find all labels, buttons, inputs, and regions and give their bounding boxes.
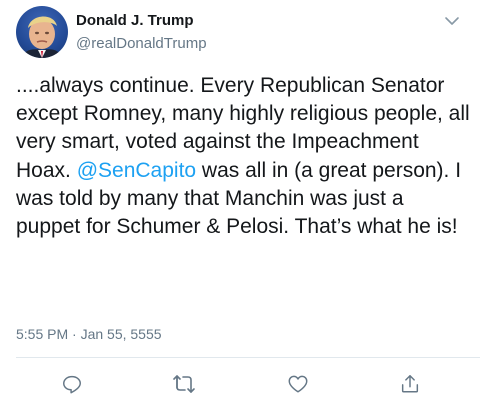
- like-button[interactable]: [284, 372, 312, 396]
- reply-button[interactable]: [58, 372, 86, 396]
- share-icon: [401, 375, 419, 393]
- avatar-image: [22, 16, 62, 58]
- divider: [16, 357, 480, 358]
- author-handle[interactable]: @realDonaldTrump: [76, 35, 207, 52]
- mention-link[interactable]: @SenCapito: [77, 159, 196, 182]
- heart-icon: [288, 375, 308, 393]
- tweet-card: Donald J. Trump @realDonaldTrump ....alw…: [0, 0, 480, 410]
- tweet-timestamp[interactable]: 5:55 PM · Jan 55, 5555: [16, 326, 162, 342]
- share-button[interactable]: [396, 372, 424, 396]
- chevron-down-icon[interactable]: [444, 14, 460, 26]
- retweet-icon: [173, 375, 195, 393]
- reply-icon: [63, 375, 81, 394]
- retweet-button[interactable]: [170, 372, 198, 396]
- tweet-text: ....always continue. Every Republican Se…: [16, 72, 471, 241]
- author-name[interactable]: Donald J. Trump: [76, 12, 194, 29]
- avatar[interactable]: [16, 6, 68, 58]
